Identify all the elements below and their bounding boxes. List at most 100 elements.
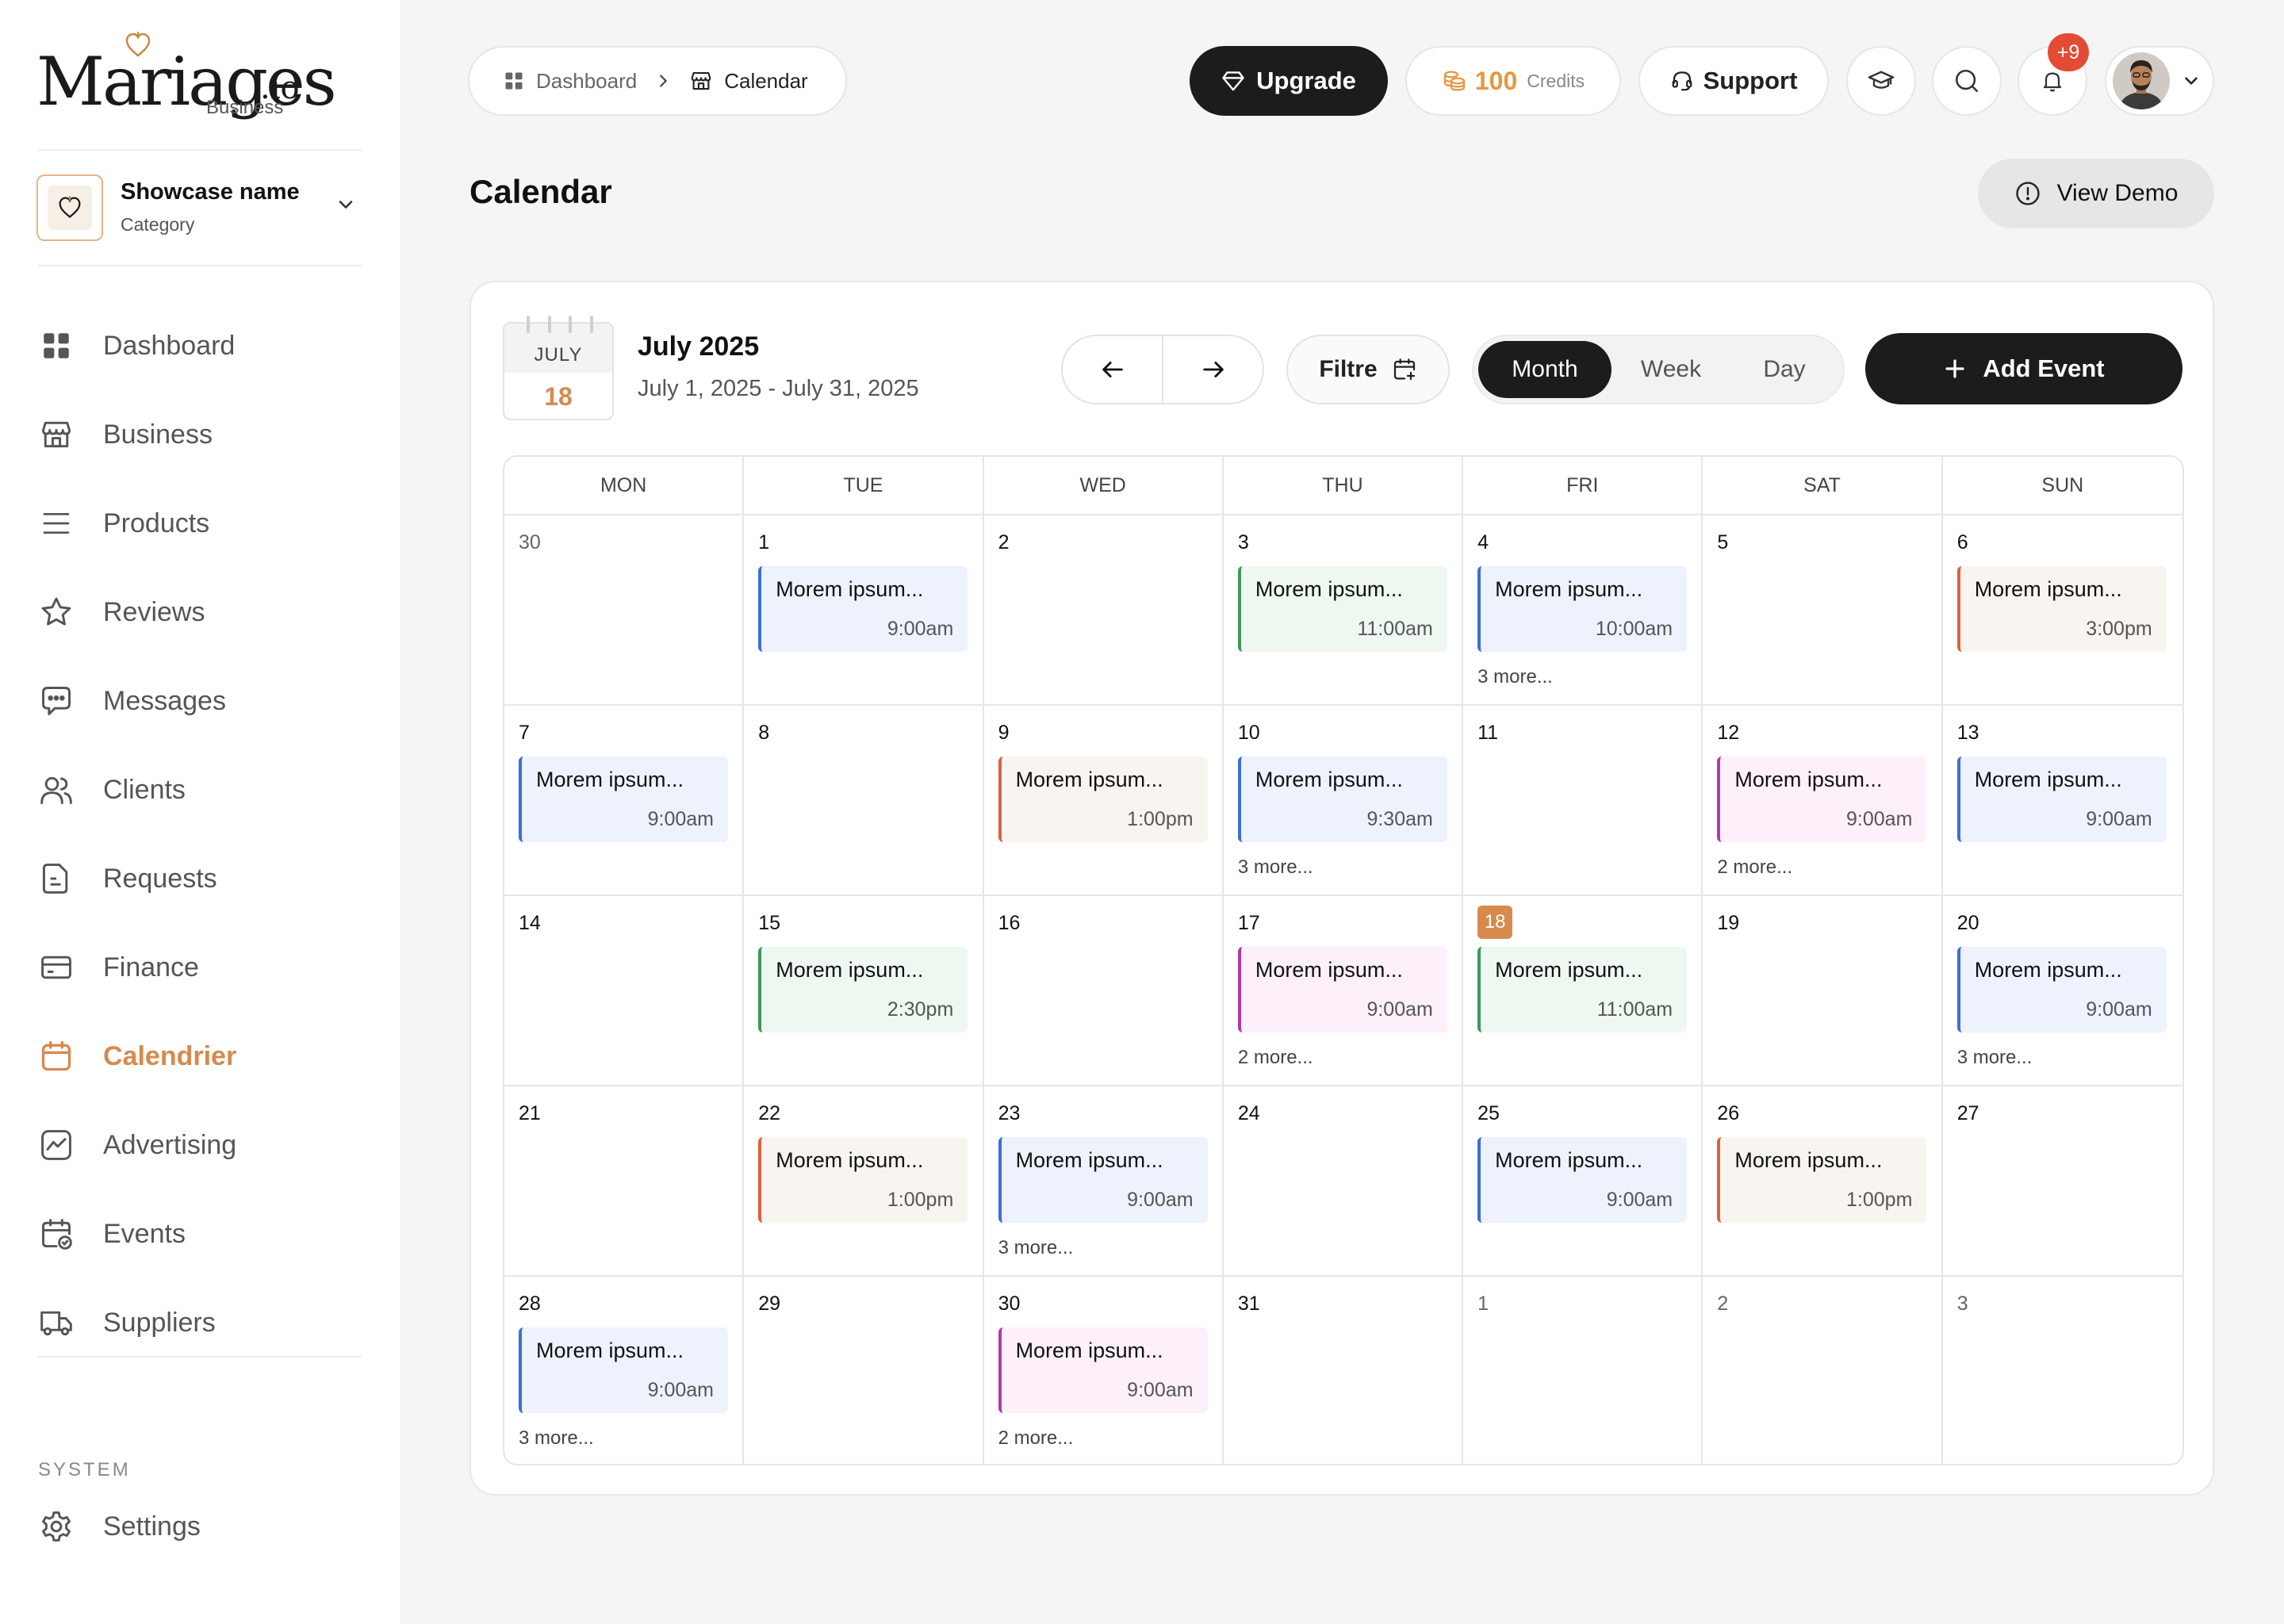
day-cell[interactable]: 6 Morem ipsum... 3:00pm xyxy=(1943,515,2182,704)
credits-value: 100 xyxy=(1474,66,1518,95)
view-day-tab[interactable]: Day xyxy=(1730,341,1838,398)
day-cell[interactable]: 1 xyxy=(1463,1277,1703,1464)
event-chip[interactable]: Morem ipsum... 9:00am xyxy=(998,1327,1208,1413)
event-chip[interactable]: Morem ipsum... 11:00am xyxy=(1237,566,1447,652)
event-chip[interactable]: Morem ipsum... 9:00am xyxy=(1956,756,2167,842)
event-chip[interactable]: Morem ipsum... 1:00pm xyxy=(998,756,1208,842)
sidebar-item-business[interactable]: Business xyxy=(38,390,363,479)
more-events-link[interactable]: 3 more... xyxy=(519,1427,594,1450)
day-cell[interactable]: 11 xyxy=(1463,706,1703,894)
event-chip[interactable]: Morem ipsum... 9:00am xyxy=(519,756,728,842)
event-chip[interactable]: Morem ipsum... 9:00am xyxy=(519,1327,728,1413)
more-events-link[interactable]: 3 more... xyxy=(1238,856,1313,879)
sidebar-item-settings[interactable]: Settings xyxy=(38,1503,201,1550)
day-cell[interactable]: 28 Morem ipsum... 9:00am 3 more... xyxy=(504,1277,745,1464)
next-month-button[interactable] xyxy=(1162,336,1263,403)
day-cell-today[interactable]: 18 Morem ipsum... 11:00am xyxy=(1463,896,1703,1085)
event-chip[interactable]: Morem ipsum... 9:00am xyxy=(758,566,968,652)
day-cell[interactable]: 17 Morem ipsum... 9:00am 2 more... xyxy=(1224,896,1464,1085)
more-events-link[interactable]: 3 more... xyxy=(1477,666,1553,688)
chevron-down-icon[interactable] xyxy=(335,193,357,216)
day-cell[interactable]: 20 Morem ipsum... 9:00am 3 more... xyxy=(1943,896,2182,1085)
day-cell[interactable]: 25 Morem ipsum... 9:00am xyxy=(1463,1086,1703,1275)
more-events-link[interactable]: 2 more... xyxy=(1238,1047,1313,1069)
view-demo-button[interactable]: View Demo xyxy=(1978,159,2214,228)
event-chip[interactable]: Morem ipsum... 11:00am xyxy=(1477,947,1688,1032)
sidebar-item-finance[interactable]: Finance xyxy=(38,923,363,1012)
day-cell[interactable]: 2 xyxy=(1703,1277,1943,1464)
chevron-down-icon xyxy=(2185,77,2198,85)
event-chip[interactable]: Morem ipsum... 3:00pm xyxy=(1956,566,2167,652)
more-events-link[interactable]: 2 more... xyxy=(1717,856,1792,879)
day-cell[interactable]: 23 Morem ipsum... 9:00am 3 more... xyxy=(984,1086,1224,1275)
day-cell[interactable]: 24 xyxy=(1224,1086,1464,1275)
more-events-link[interactable]: 3 more... xyxy=(998,1237,1074,1259)
event-chip[interactable]: Morem ipsum... 9:00am xyxy=(1237,947,1447,1032)
day-cell[interactable]: 14 xyxy=(504,896,745,1085)
day-cell[interactable]: 12 Morem ipsum... 9:00am 2 more... xyxy=(1703,706,1943,894)
search-button[interactable] xyxy=(1932,46,2002,116)
day-cell[interactable]: 26 Morem ipsum... 1:00pm xyxy=(1703,1086,1943,1275)
event-chip[interactable]: Morem ipsum... 10:00am xyxy=(1477,566,1688,652)
day-cell[interactable]: 22 Morem ipsum... 1:00pm xyxy=(744,1086,984,1275)
day-cell[interactable]: 15 Morem ipsum... 2:30pm xyxy=(744,896,984,1085)
filter-button[interactable]: Filtre xyxy=(1286,335,1450,404)
day-cell[interactable]: 27 xyxy=(1943,1086,2182,1275)
credits-badge[interactable]: 100 Credits xyxy=(1405,46,1621,116)
sidebar-item-events[interactable]: Events xyxy=(38,1189,363,1278)
day-cell[interactable]: 21 xyxy=(504,1086,745,1275)
event-chip[interactable]: Morem ipsum... 9:00am xyxy=(998,1137,1208,1223)
day-cell[interactable]: 13 Morem ipsum... 9:00am xyxy=(1943,706,2182,894)
day-cell[interactable]: 8 xyxy=(744,706,984,894)
day-cell[interactable]: 30 Morem ipsum... 9:00am 2 more... xyxy=(984,1277,1224,1464)
day-cell[interactable]: 10 Morem ipsum... 9:30am 3 more... xyxy=(1224,706,1464,894)
academy-button[interactable] xyxy=(1846,46,1916,116)
view-month-tab[interactable]: Month xyxy=(1478,341,1611,398)
previous-month-button[interactable] xyxy=(1063,336,1162,403)
day-cell[interactable]: 30 xyxy=(504,515,745,704)
day-cell[interactable]: 9 Morem ipsum... 1:00pm xyxy=(984,706,1224,894)
day-cell[interactable]: 16 xyxy=(984,896,1224,1085)
day-cell[interactable]: 19 xyxy=(1703,896,1943,1085)
day-cell[interactable]: 31 xyxy=(1224,1277,1464,1464)
upgrade-button[interactable]: Upgrade xyxy=(1190,46,1388,116)
more-events-link[interactable]: 2 more... xyxy=(998,1427,1074,1450)
more-events-link[interactable]: 3 more... xyxy=(1957,1047,2033,1069)
day-number: 2 xyxy=(1717,1293,1729,1315)
profile-menu[interactable] xyxy=(2105,46,2214,116)
day-cell[interactable]: 7 Morem ipsum... 9:00am xyxy=(504,706,745,894)
event-chip[interactable]: Morem ipsum... 9:30am xyxy=(1237,756,1447,842)
breadcrumb-item[interactable]: Dashboard xyxy=(503,69,637,94)
sidebar-item-advertising[interactable]: Advertising xyxy=(38,1101,363,1189)
sidebar-item-reviews[interactable]: Reviews xyxy=(38,568,363,657)
sidebar-item-calendrier[interactable]: Calendrier xyxy=(38,1012,363,1101)
day-cell[interactable]: 1 Morem ipsum... 9:00am xyxy=(744,515,984,704)
event-chip[interactable]: Morem ipsum... 1:00pm xyxy=(758,1137,968,1223)
event-chip[interactable]: Morem ipsum... 9:00am xyxy=(1717,756,1927,842)
event-chip[interactable]: Morem ipsum... 2:30pm xyxy=(758,947,968,1032)
sidebar-item-clients[interactable]: Clients xyxy=(38,745,363,834)
event-chip[interactable]: Morem ipsum... 1:00pm xyxy=(1717,1137,1927,1223)
event-chip[interactable]: Morem ipsum... 9:00am xyxy=(1477,1137,1688,1223)
notifications-button[interactable]: +9 xyxy=(2018,33,2089,116)
day-cell[interactable]: 5 xyxy=(1703,515,1943,704)
view-week-tab[interactable]: Week xyxy=(1611,341,1730,398)
sidebar-item-products[interactable]: Products xyxy=(38,479,363,568)
day-cell[interactable]: 4 Morem ipsum... 10:00am 3 more... xyxy=(1463,515,1703,704)
sidebar-nav: Dashboard Business Products Reviews Mess… xyxy=(38,301,363,1367)
sidebar-item-messages[interactable]: Messages xyxy=(38,657,363,745)
sidebar-item-suppliers[interactable]: Suppliers xyxy=(38,1278,363,1367)
support-button[interactable]: Support xyxy=(1638,46,1829,116)
logo[interactable]: Mariages .io Business xyxy=(36,32,338,127)
day-number: 28 xyxy=(519,1293,541,1315)
day-cell[interactable]: 2 xyxy=(984,515,1224,704)
sidebar-item-dashboard[interactable]: Dashboard xyxy=(38,301,363,390)
day-cell[interactable]: 3 Morem ipsum... 11:00am xyxy=(1224,515,1464,704)
showcase-selector[interactable]: Showcase name Category xyxy=(36,173,362,244)
calendar-rings xyxy=(527,316,593,333)
sidebar-item-requests[interactable]: Requests xyxy=(38,834,363,923)
add-event-button[interactable]: Add Event xyxy=(1865,333,2182,404)
day-cell[interactable]: 29 xyxy=(744,1277,984,1464)
event-chip[interactable]: Morem ipsum... 9:00am xyxy=(1956,947,2167,1032)
day-cell[interactable]: 3 xyxy=(1943,1277,2182,1464)
